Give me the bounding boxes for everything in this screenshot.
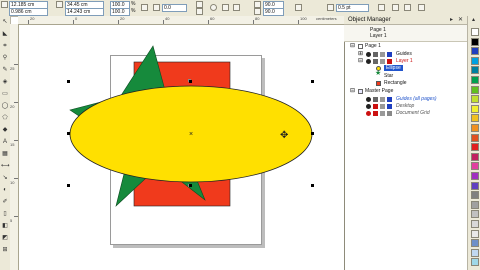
- layer-color-icon: [387, 59, 392, 64]
- no-print-icon[interactable]: [373, 104, 378, 109]
- palette-swatch[interactable]: [471, 143, 479, 152]
- palette-swatch[interactable]: [471, 47, 479, 56]
- palette-swatch[interactable]: [471, 114, 479, 123]
- selection-handle[interactable]: [311, 132, 314, 135]
- palette-swatch[interactable]: [471, 37, 479, 46]
- palette-swatch[interactable]: [471, 239, 479, 248]
- palette-swatch[interactable]: [471, 162, 479, 171]
- visible-eye-icon[interactable]: [366, 104, 371, 109]
- palette-swatch[interactable]: [471, 66, 479, 75]
- tree-page1[interactable]: Page 1: [365, 43, 381, 49]
- tree-master-page[interactable]: Master Page: [365, 88, 393, 94]
- selection-handle[interactable]: [311, 80, 314, 83]
- color-palette: ▴: [467, 16, 480, 270]
- rectangle-shape-icon: [376, 81, 381, 86]
- current-layer-label: Layer 1: [370, 33, 387, 39]
- tree-star[interactable]: Star: [384, 73, 393, 79]
- docker-minimize-icon[interactable]: ▸: [448, 17, 455, 24]
- tree-guides[interactable]: Guides: [396, 51, 412, 57]
- expand-layer1-icon[interactable]: ⊟: [358, 58, 363, 64]
- print-icon[interactable]: [373, 97, 378, 102]
- palette-swatch[interactable]: [471, 85, 479, 94]
- palette-swatch[interactable]: [471, 191, 479, 200]
- layer-color-icon: [387, 104, 392, 109]
- palette-swatch[interactable]: [471, 28, 479, 36]
- palette-swatch[interactable]: [471, 200, 479, 209]
- palette-swatch[interactable]: [471, 248, 479, 257]
- tree-document-grid[interactable]: Document Grid: [396, 110, 430, 116]
- palette-swatch[interactable]: [471, 210, 479, 219]
- expand-guides-icon[interactable]: ⊞: [358, 51, 363, 57]
- master-page-icon: [358, 89, 363, 94]
- selection-handle[interactable]: [67, 132, 70, 135]
- visible-eye-icon[interactable]: [366, 59, 371, 64]
- palette-swatch[interactable]: [471, 172, 479, 180]
- edit-pencil-icon[interactable]: [380, 59, 385, 64]
- palette-swatch[interactable]: [471, 258, 479, 267]
- palette-swatch[interactable]: [471, 95, 479, 104]
- palette-swatch[interactable]: [471, 133, 479, 142]
- selection-handle[interactable]: [67, 80, 70, 83]
- docker-info: Page 1 Layer 1: [344, 25, 467, 42]
- hidden-eye-icon[interactable]: [366, 111, 371, 116]
- layer-color-icon: [387, 97, 392, 102]
- selection-handle[interactable]: [189, 80, 192, 83]
- palette-swatch[interactable]: [471, 229, 479, 238]
- palette-swatch[interactable]: [471, 104, 479, 113]
- palette-scroll-up-icon[interactable]: ▴: [470, 17, 477, 24]
- selection-handle[interactable]: [67, 184, 70, 187]
- palette-swatch[interactable]: [471, 76, 479, 84]
- print-icon[interactable]: [373, 52, 378, 57]
- tree-desktop[interactable]: Desktop: [396, 103, 414, 109]
- palette-swatch[interactable]: [471, 56, 479, 65]
- palette-swatch[interactable]: [471, 181, 479, 190]
- edit-pencil-icon[interactable]: [380, 52, 385, 57]
- page-icon: [358, 44, 363, 49]
- edit-pencil-icon[interactable]: [380, 97, 385, 102]
- expand-master-page-icon[interactable]: ⊟: [350, 88, 355, 94]
- selection-handle[interactable]: [189, 184, 192, 187]
- move-cursor-icon: ✥: [280, 130, 288, 141]
- print-icon[interactable]: [373, 59, 378, 64]
- palette-swatch[interactable]: [471, 152, 479, 161]
- star-shape-icon: ★: [375, 70, 382, 77]
- selection-handle[interactable]: [311, 184, 314, 187]
- center-marker-icon: ×: [189, 131, 193, 138]
- tree-layer1[interactable]: Layer 1: [396, 58, 413, 64]
- tree-ellipse[interactable]: Ellipse: [384, 65, 403, 71]
- tree-guides-all-pages[interactable]: Guides (all pages): [396, 96, 437, 102]
- palette-swatch[interactable]: [471, 124, 479, 132]
- no-print-icon[interactable]: [373, 111, 378, 116]
- layer-color-icon: [387, 111, 392, 116]
- tree-rectangle[interactable]: Rectangle: [384, 80, 407, 86]
- docker-close-icon[interactable]: ✕: [457, 17, 464, 24]
- visible-eye-icon[interactable]: [366, 97, 371, 102]
- edit-pencil-icon[interactable]: [380, 104, 385, 109]
- palette-swatch[interactable]: [471, 220, 479, 228]
- layer-color-icon: [387, 52, 392, 57]
- visible-eye-icon[interactable]: [366, 52, 371, 57]
- expand-page1-icon[interactable]: ⊟: [350, 43, 355, 49]
- edit-pencil-icon[interactable]: [380, 111, 385, 116]
